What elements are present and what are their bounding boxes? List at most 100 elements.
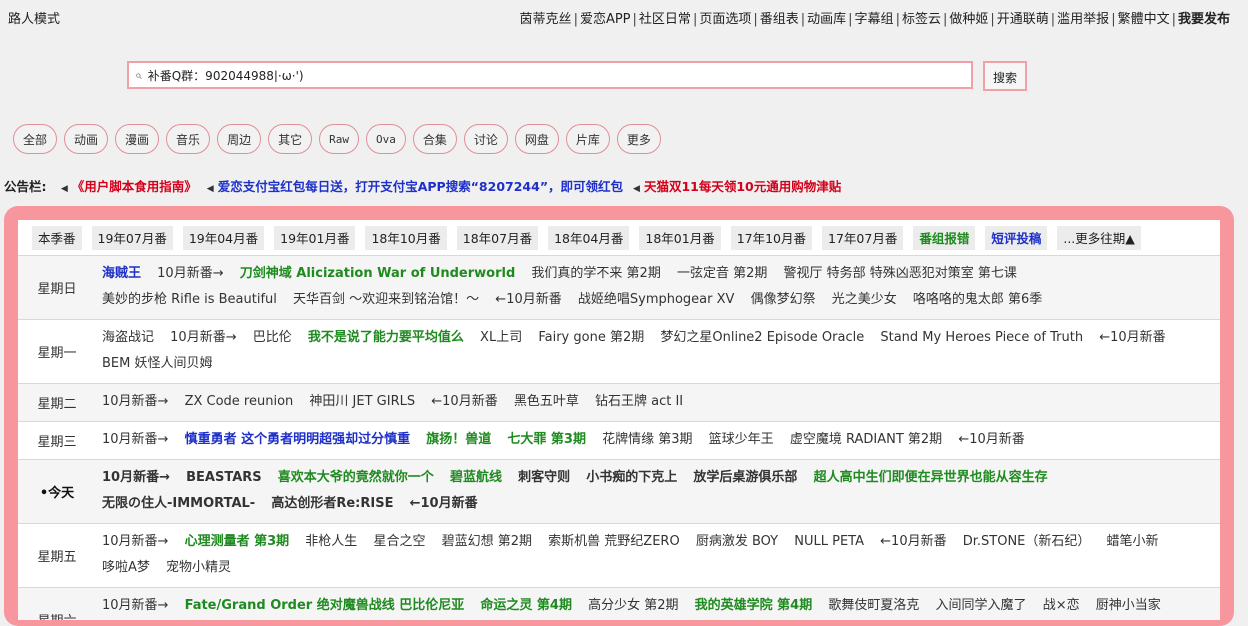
search-button[interactable]: 搜索 bbox=[983, 61, 1027, 91]
topnav-link[interactable]: 做种姬 bbox=[949, 12, 988, 27]
season-tab[interactable]: 18年10月番 bbox=[365, 225, 447, 250]
anime-link[interactable]: Stand My Heroes Piece of Truth bbox=[880, 330, 1083, 345]
anime-link[interactable]: 小书痴的下克上 bbox=[586, 470, 677, 485]
notice-link[interactable]: 爱恋支付宝红包每日送，打开支付宝APP搜索“8207244”，即可领红包 bbox=[218, 179, 623, 194]
anime-link[interactable]: 美妙的步枪 Rifle is Beautiful bbox=[102, 292, 277, 307]
anime-link[interactable]: 入间同学入魔了 bbox=[936, 598, 1027, 613]
category-button[interactable]: 动画 bbox=[64, 124, 109, 154]
topnav-link[interactable]: 爱恋APP bbox=[580, 12, 631, 27]
anime-link[interactable]: 海盗战记 bbox=[102, 330, 154, 345]
anime-link[interactable]: 蜡笔小新 bbox=[1107, 534, 1159, 549]
anime-link[interactable]: ZX Code reunion bbox=[185, 394, 294, 409]
anime-link[interactable]: 歌舞伎町夏洛克 bbox=[828, 598, 919, 613]
anime-link[interactable]: 慎重勇者 这个勇者明明超强却过分慎重 bbox=[185, 432, 411, 447]
category-button[interactable]: 音乐 bbox=[166, 124, 211, 154]
topnav-link[interactable]: 滥用举报 bbox=[1057, 12, 1109, 27]
anime-link[interactable]: BEM 妖怪人间贝姆 bbox=[102, 356, 212, 371]
season-tab[interactable]: 17年10月番 bbox=[730, 225, 813, 250]
anime-link[interactable]: 光之美少女 bbox=[832, 292, 897, 307]
notice-link[interactable]: 天猫双11每天领10元通用购物津贴 bbox=[644, 179, 841, 194]
topnav-link[interactable]: 我要发布 bbox=[1178, 12, 1230, 27]
anime-link[interactable]: 虚空魔境 RADIANT 第2期 bbox=[790, 432, 942, 447]
category-button[interactable]: 讨论 bbox=[463, 124, 508, 154]
topnav-link[interactable]: 页面选项 bbox=[699, 12, 751, 27]
anime-link[interactable]: 我不是说了能力要平均值么 bbox=[308, 330, 464, 345]
anime-link[interactable]: 七大罪 第3期 bbox=[507, 432, 586, 447]
topnav-link[interactable]: 开通联萌 bbox=[997, 12, 1049, 27]
anime-link[interactable]: 哆啦A梦 bbox=[102, 560, 150, 575]
anime-link[interactable]: NULL PETA bbox=[794, 534, 864, 549]
category-button[interactable]: 更多 bbox=[616, 124, 661, 154]
anime-link[interactable]: 超人高中生们即便在异世界也能从容生存 bbox=[814, 470, 1048, 485]
anime-link[interactable]: 厨病激发 BOY bbox=[696, 534, 778, 549]
anime-link[interactable]: 偶像梦幻祭 bbox=[751, 292, 816, 307]
anime-link[interactable]: 无限の住人-IMMORTAL- bbox=[102, 496, 255, 511]
anime-link[interactable]: 心理测量者 第3期 bbox=[185, 534, 290, 549]
anime-link[interactable]: 我的英雄学院 第4期 bbox=[695, 598, 813, 613]
season-tab[interactable]: ...更多往期▲ bbox=[1057, 225, 1141, 250]
anime-link[interactable]: ←10月新番 bbox=[431, 394, 497, 409]
anime-link[interactable]: 篮球少年王 bbox=[709, 432, 774, 447]
season-tab[interactable]: 番组报错 bbox=[913, 225, 976, 250]
anime-link[interactable]: 天华百剑 ～欢迎来到铭治馆！～ bbox=[293, 292, 479, 307]
anime-link[interactable]: 我们真的学不来 第2期 bbox=[531, 266, 660, 281]
anime-link[interactable]: 宠物小精灵 bbox=[166, 560, 231, 575]
topnav-link[interactable]: 番组表 bbox=[760, 12, 799, 27]
season-tab[interactable]: 19年07月番 bbox=[91, 225, 173, 250]
season-tab[interactable]: 18年04月番 bbox=[548, 225, 630, 250]
topnav-link[interactable]: 社区日常 bbox=[639, 12, 691, 27]
anime-link[interactable]: 花牌情缘 第3期 bbox=[602, 432, 692, 447]
anime-link[interactable]: 高分少女 第2期 bbox=[588, 598, 678, 613]
anime-link[interactable]: 10月新番→ bbox=[102, 598, 168, 613]
anime-link[interactable]: 一弦定音 第2期 bbox=[677, 266, 767, 281]
season-tab[interactable]: 本季番 bbox=[32, 225, 82, 250]
anime-link[interactable]: Fate/Grand Order 绝对魔兽战线 巴比伦尼亚 bbox=[185, 598, 465, 613]
anime-link[interactable]: 刺客守则 bbox=[518, 470, 570, 485]
anime-link[interactable]: 碧蓝航线 bbox=[450, 470, 502, 485]
category-button[interactable]: 全部 bbox=[13, 124, 58, 154]
anime-link[interactable]: 碧蓝幻想 第2期 bbox=[442, 534, 532, 549]
search-input[interactable] bbox=[147, 68, 948, 82]
anime-link[interactable]: 10月新番→ bbox=[170, 330, 236, 345]
anime-link[interactable]: 高达创形者Re:RISE bbox=[271, 496, 393, 511]
season-tab[interactable]: 19年01月番 bbox=[274, 225, 356, 250]
anime-link[interactable]: 非枪人生 bbox=[305, 534, 357, 549]
topnav-link[interactable]: 字幕组 bbox=[855, 12, 894, 27]
anime-link[interactable]: 警视厅 特务部 特殊凶恶犯对策室 第七课 bbox=[784, 266, 1017, 281]
category-button[interactable]: 片库 bbox=[565, 124, 610, 154]
anime-link[interactable]: 战×恋 bbox=[1043, 598, 1080, 613]
anime-link[interactable]: 海贼王 bbox=[102, 266, 141, 281]
anime-link[interactable]: 刀剑神域 Alicization War of Underworld bbox=[240, 266, 516, 281]
anime-link[interactable]: Dr.STONE（新石纪） bbox=[963, 534, 1091, 549]
anime-link[interactable]: 梦幻之星Online2 Episode Oracle bbox=[660, 330, 864, 345]
category-button[interactable]: Raw bbox=[319, 124, 359, 154]
anime-link[interactable]: ←10月新番 bbox=[495, 292, 561, 307]
anime-link[interactable]: 巴比伦 bbox=[253, 330, 292, 345]
anime-link[interactable]: 10月新番→ bbox=[102, 470, 170, 485]
anime-link[interactable]: 星合之空 bbox=[373, 534, 425, 549]
anime-link[interactable]: 黑色五叶草 bbox=[514, 394, 579, 409]
notice-link[interactable]: 《用户脚本食用指南》 bbox=[72, 179, 197, 194]
anime-link[interactable]: 索斯机兽 荒野纪ZERO bbox=[548, 534, 680, 549]
anime-link[interactable]: 放学后桌游俱乐部 bbox=[693, 470, 797, 485]
anime-link[interactable]: 钻石王牌 act II bbox=[595, 394, 683, 409]
anime-link[interactable]: 喜欢本大爷的竟然就你一个 bbox=[278, 470, 434, 485]
anime-link[interactable]: 战姬绝唱Symphogear XV bbox=[578, 292, 735, 307]
category-button[interactable]: 周边 bbox=[217, 124, 262, 154]
season-tab[interactable]: 18年01月番 bbox=[639, 225, 721, 250]
topnav-link[interactable]: 标签云 bbox=[902, 12, 941, 27]
season-tab[interactable]: 17年07月番 bbox=[822, 225, 904, 250]
category-button[interactable]: 漫画 bbox=[115, 124, 160, 154]
anime-link[interactable]: Fairy gone 第2期 bbox=[538, 330, 644, 345]
anime-link[interactable]: 旗扬！兽道 bbox=[426, 432, 491, 447]
category-button[interactable]: 网盘 bbox=[514, 124, 559, 154]
topnav-link[interactable]: 茵蒂克丝 bbox=[520, 12, 572, 27]
anime-link[interactable]: 厨神小当家 bbox=[1096, 598, 1161, 613]
anime-link[interactable]: 10月新番→ bbox=[157, 266, 223, 281]
anime-link[interactable]: 10月新番→ bbox=[102, 432, 168, 447]
anime-link[interactable]: ←10月新番 bbox=[410, 496, 478, 511]
season-tab[interactable]: 19年04月番 bbox=[182, 225, 265, 250]
guest-mode-label[interactable]: 路人模式 bbox=[8, 8, 60, 27]
anime-link[interactable]: 10月新番→ bbox=[102, 534, 168, 549]
anime-link[interactable]: ←10月新番 bbox=[880, 534, 946, 549]
